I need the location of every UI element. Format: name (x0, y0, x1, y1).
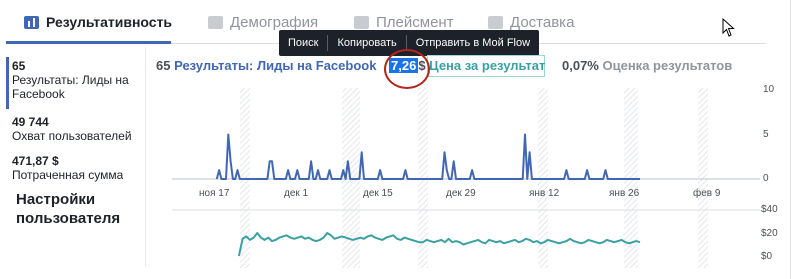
panel-right-border (790, 0, 791, 279)
rating-label: Оценка результатов (602, 58, 733, 73)
x-tick-label: янв 12 (529, 188, 560, 199)
y-tick-label: 10 (763, 84, 775, 95)
metric-value: 49 744 (12, 115, 49, 129)
metric-results[interactable]: 65 Результаты: Лиды на Facebook (12, 59, 129, 101)
results-label: Результаты: Лиды на Facebook (174, 58, 377, 73)
y-tick-label: $0 (761, 251, 773, 262)
metric-reach[interactable]: 49 744 Охват пользователей (12, 115, 132, 143)
cost-series-line (237, 232, 641, 257)
x-tick-label: янв 26 (609, 188, 640, 199)
delivery-chart-icon (488, 15, 503, 29)
metric-label: Потраченная сумма (12, 168, 124, 182)
x-tick-label: дек 29 (446, 188, 476, 199)
x-tick-label: дек 1 (284, 188, 309, 199)
rating-summary: 0,07% Оценка результатов (562, 58, 732, 73)
active-tab-indicator (6, 41, 171, 44)
metric-label: Результаты: Лиды на (12, 73, 129, 87)
y-tick-label: 0 (763, 173, 769, 184)
metric-value: 65 (12, 59, 26, 73)
rating-value: 0,07% (562, 58, 599, 73)
x-tick-label: фев 9 (693, 188, 721, 199)
tab-label: Демография (230, 13, 319, 31)
metric-spend[interactable]: 471,87 $ Потраченная сумма (12, 154, 123, 182)
metric-value: 471,87 $ (12, 154, 59, 168)
context-menu-send-to-flow[interactable]: Отправить в Мой Flow (407, 30, 539, 56)
metric-label: Facebook (12, 87, 65, 101)
bar-chart-icon (24, 15, 39, 29)
tab-label: Результативность (46, 14, 173, 30)
placement-icon (354, 15, 369, 29)
mouse-cursor-icon (722, 18, 735, 37)
y-tick-label: $20 (761, 228, 778, 239)
y-tick-label: 5 (763, 129, 769, 140)
metrics-sidebar: 65 Результаты: Лиды на Facebook 49 744 О… (6, 47, 146, 267)
results-series-line (215, 133, 640, 180)
x-tick-label: дек 15 (363, 188, 393, 199)
y-tick-label: $40 (761, 204, 778, 215)
user-settings-title: Настройки пользователя (16, 191, 121, 227)
people-icon (208, 15, 223, 29)
tab-label: Плейсмент (376, 13, 454, 31)
metric-label: Охват пользователей (12, 129, 132, 143)
results-summary: 65 Результаты: Лиды на Facebook (156, 58, 376, 73)
hatched-band (698, 88, 708, 268)
x-tick-label: ноя 17 (199, 188, 230, 199)
tab-label: Доставка (510, 13, 575, 31)
context-menu-search[interactable]: Поиск (279, 30, 327, 56)
tab-performance[interactable]: Результативность (24, 8, 172, 36)
performance-chart[interactable] (150, 80, 760, 270)
selected-metric-indicator (6, 57, 9, 109)
cost-label: Цена за результат (429, 58, 546, 73)
results-count: 65 (156, 58, 171, 73)
